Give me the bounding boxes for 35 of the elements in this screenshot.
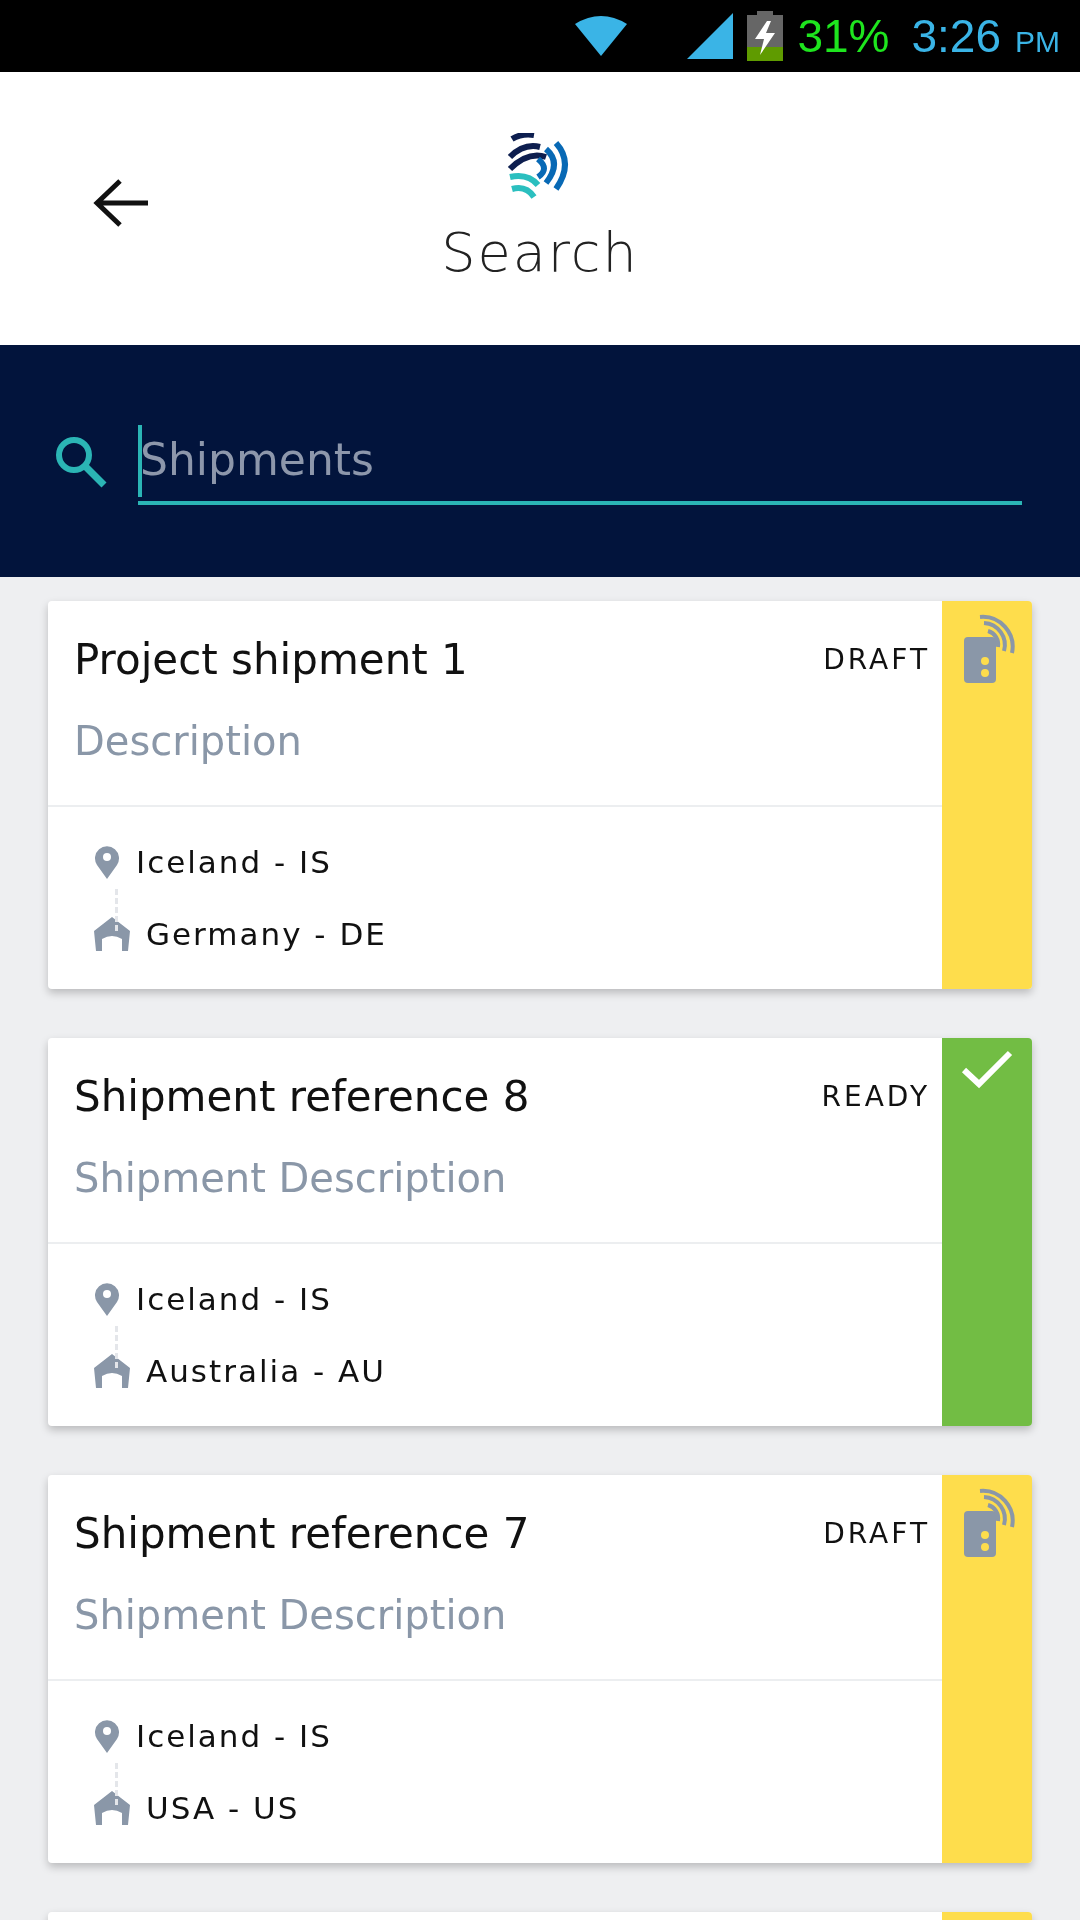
shipment-card[interactable]: Shipment reference 7 DRAFT Shipment Description Iceland - IS USA - US xyxy=(48,1475,1032,1863)
clock-period: PM xyxy=(1015,25,1060,59)
wifi-icon xyxy=(573,14,630,58)
screen-title: Search xyxy=(441,221,639,284)
destination-location: Germany - DE xyxy=(146,916,387,952)
shipment-title: Shipment reference 7 xyxy=(74,1509,530,1558)
shipment-title: Project shipment 1 xyxy=(74,635,468,684)
destination-location: USA - US xyxy=(146,1790,300,1826)
shipment-status: READY xyxy=(821,1080,930,1113)
destination-location: Australia - AU xyxy=(146,1353,386,1389)
shipment-description: Shipment Description xyxy=(74,1592,508,1638)
battery-percent: 31% xyxy=(797,9,890,63)
location-pin-icon xyxy=(94,1282,120,1316)
warehouse-icon xyxy=(94,917,130,951)
location-pin-icon xyxy=(94,845,120,879)
warehouse-icon xyxy=(94,1354,130,1388)
text-cursor xyxy=(138,425,142,497)
shipment-card[interactable]: Project shipment 1 DRAFT Description Iceland - IS Germany - DE xyxy=(48,601,1032,989)
check-icon xyxy=(961,1048,1013,1090)
search-bar[interactable]: Shipments xyxy=(0,345,1080,577)
warehouse-icon xyxy=(94,1791,130,1825)
shipment-card[interactable]: Shipment reference 8 READY Shipment Description Iceland - IS Australia - AU xyxy=(48,1038,1032,1426)
shipment-description: Description xyxy=(74,718,303,764)
shipment-status: DRAFT xyxy=(823,643,930,676)
origin-location: Iceland - IS xyxy=(136,1718,332,1754)
location-pin-icon xyxy=(94,1719,120,1753)
origin-location: Iceland - IS xyxy=(136,844,332,880)
signal-icon xyxy=(687,13,734,59)
shipment-title: Shipment reference 8 xyxy=(74,1072,530,1121)
battery-charging-icon xyxy=(747,11,784,61)
origin-location: Iceland - IS xyxy=(136,1281,332,1317)
shipment-description: Shipment Description xyxy=(74,1155,508,1201)
search-field[interactable]: Shipments xyxy=(138,417,1022,505)
shipment-status: DRAFT xyxy=(823,1517,930,1550)
clock-time: 3:26 xyxy=(911,9,1001,63)
